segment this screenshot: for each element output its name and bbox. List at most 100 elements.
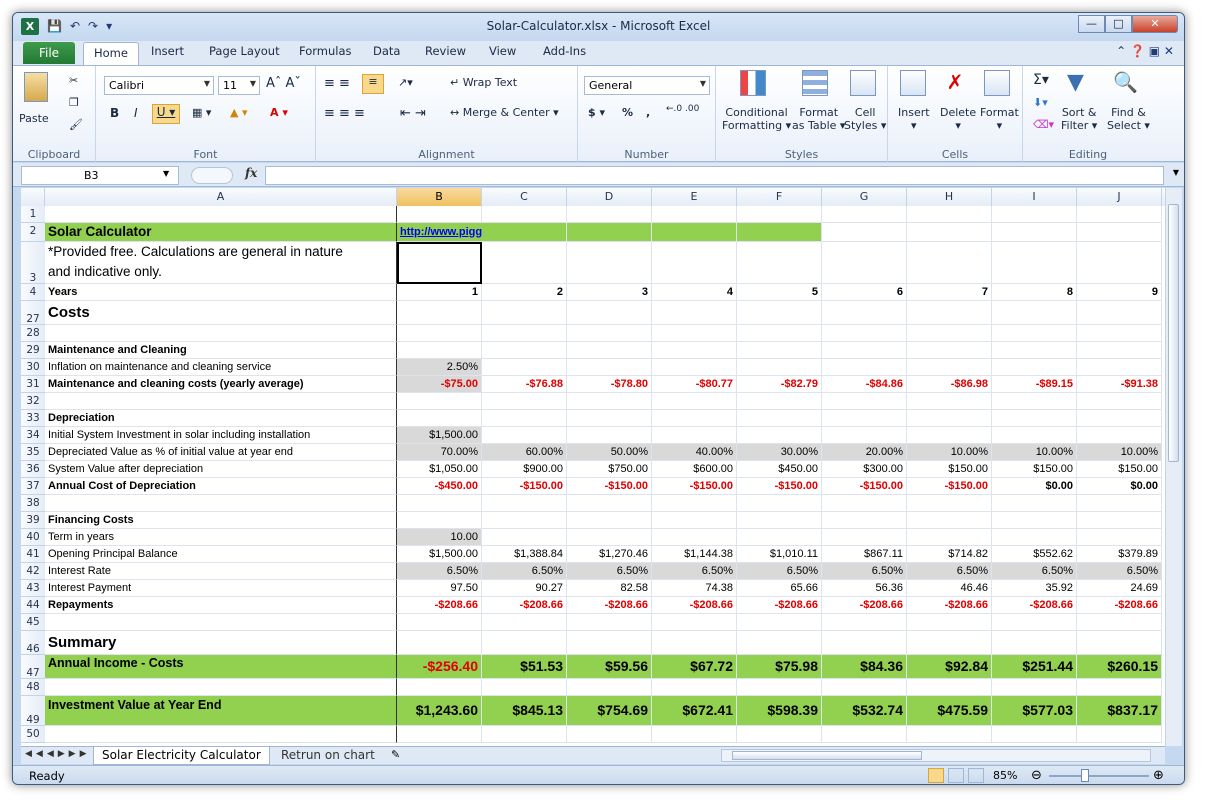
cell-h4[interactable]: 7: [907, 284, 992, 301]
row-header-4[interactable]: 4: [21, 284, 45, 301]
cell-d29[interactable]: [567, 342, 652, 359]
insert-sheet-icon[interactable]: ✎: [391, 748, 400, 761]
italic-button[interactable]: I: [134, 106, 138, 120]
merge-center-button[interactable]: ↔ Merge & Center ▾: [450, 106, 559, 119]
cell-g47[interactable]: $84.36: [822, 655, 907, 679]
cell-c27[interactable]: [482, 301, 567, 325]
cell-d43[interactable]: 82.58: [567, 580, 652, 597]
cell-g49[interactable]: $532.74: [822, 696, 907, 726]
row-header-1[interactable]: 1: [21, 206, 45, 223]
cell-a4[interactable]: Years: [45, 284, 397, 301]
cell-b38[interactable]: [397, 495, 482, 512]
cell-a47[interactable]: Annual Income - Costs: [45, 655, 397, 679]
cell-j38[interactable]: [1077, 495, 1162, 512]
cell-c46[interactable]: [482, 631, 567, 655]
cell-c32[interactable]: [482, 393, 567, 410]
cell-c44[interactable]: -$208.66: [482, 597, 567, 614]
cell-b33[interactable]: [397, 410, 482, 427]
cell-j49[interactable]: $837.17: [1077, 696, 1162, 726]
comma-button[interactable]: ,: [646, 106, 650, 119]
cell-h46[interactable]: [907, 631, 992, 655]
cell-j36[interactable]: $150.00: [1077, 461, 1162, 478]
tab-insert[interactable]: Insert: [151, 44, 184, 58]
cell-h47[interactable]: $92.84: [907, 655, 992, 679]
cell-f35[interactable]: 30.00%: [737, 444, 822, 461]
insert-function-icon[interactable]: fx: [245, 166, 257, 180]
cell-i47[interactable]: $251.44: [992, 655, 1077, 679]
cell-b29[interactable]: [397, 342, 482, 359]
cell-a46[interactable]: Summary: [45, 631, 397, 655]
indent-icon[interactable]: ⇤ ⇥: [400, 106, 426, 121]
cell-b4[interactable]: 1: [397, 284, 482, 301]
cell-c2[interactable]: [482, 223, 567, 242]
cell-b43[interactable]: 97.50: [397, 580, 482, 597]
cell-i31[interactable]: -$89.15: [992, 376, 1077, 393]
sheet-nav-icon[interactable]: ◀◀◀▶▶▶: [25, 749, 91, 759]
cell-f37[interactable]: -$150.00: [737, 478, 822, 495]
cell-j43[interactable]: 24.69: [1077, 580, 1162, 597]
cell-h1[interactable]: [907, 206, 992, 223]
spreadsheet-grid[interactable]: ABCDEFGHIJ 12Solar Calculatorhttp://www.…: [21, 188, 1165, 746]
cell-e4[interactable]: 4: [652, 284, 737, 301]
cell-c39[interactable]: [482, 512, 567, 529]
tab-formulas[interactable]: Formulas: [299, 44, 352, 58]
cell-b37[interactable]: -$450.00: [397, 478, 482, 495]
cell-f47[interactable]: $75.98: [737, 655, 822, 679]
zoom-level[interactable]: 85%: [993, 769, 1017, 782]
cell-a50[interactable]: [45, 726, 397, 743]
row-header-32[interactable]: 32: [21, 393, 45, 410]
cell-d30[interactable]: [567, 359, 652, 376]
cell-i38[interactable]: [992, 495, 1077, 512]
cell-e1[interactable]: [652, 206, 737, 223]
cell-e2[interactable]: [652, 223, 737, 242]
row-header-34[interactable]: 34: [21, 427, 45, 444]
help-icon[interactable]: ⌃ ❓ ▣ ✕: [1116, 44, 1174, 58]
cell-b27[interactable]: [397, 301, 482, 325]
cell-c49[interactable]: $845.13: [482, 696, 567, 726]
cell-g46[interactable]: [822, 631, 907, 655]
tab-file[interactable]: File: [23, 42, 75, 64]
cell-h30[interactable]: [907, 359, 992, 376]
cell-a31[interactable]: Maintenance and cleaning costs (yearly a…: [45, 376, 397, 393]
cell-h45[interactable]: [907, 614, 992, 631]
cell-c37[interactable]: -$150.00: [482, 478, 567, 495]
cell-a49[interactable]: Investment Value at Year End: [45, 696, 397, 726]
cell-a48[interactable]: [45, 679, 397, 696]
cell-g28[interactable]: [822, 325, 907, 342]
cell-e33[interactable]: [652, 410, 737, 427]
cell-h48[interactable]: [907, 679, 992, 696]
cell-a39[interactable]: Financing Costs: [45, 512, 397, 529]
fill-icon[interactable]: ⬇▾: [1033, 96, 1048, 109]
copy-icon[interactable]: ❐: [69, 96, 79, 109]
cell-f48[interactable]: [737, 679, 822, 696]
cell-i30[interactable]: [992, 359, 1077, 376]
cell-i42[interactable]: 6.50%: [992, 563, 1077, 580]
cell-d31[interactable]: -$78.80: [567, 376, 652, 393]
cell-b40[interactable]: 10.00: [397, 529, 482, 546]
cell-e44[interactable]: -$208.66: [652, 597, 737, 614]
cell-a40[interactable]: Term in years: [45, 529, 397, 546]
cell-a32[interactable]: [45, 393, 397, 410]
cell-f3[interactable]: [737, 242, 822, 284]
row-header-49[interactable]: 49: [21, 696, 45, 726]
row-header-3[interactable]: 3: [21, 242, 45, 284]
cell-b36[interactable]: $1,050.00: [397, 461, 482, 478]
cell-c33[interactable]: [482, 410, 567, 427]
row-header-31[interactable]: 31: [21, 376, 45, 393]
cell-j44[interactable]: -$208.66: [1077, 597, 1162, 614]
percent-button[interactable]: %: [622, 106, 633, 119]
cell-b46[interactable]: [397, 631, 482, 655]
row-header-37[interactable]: 37: [21, 478, 45, 495]
cell-c34[interactable]: [482, 427, 567, 444]
column-header-h[interactable]: H: [907, 188, 992, 206]
horizontal-scrollbar[interactable]: [721, 749, 1151, 762]
cell-d33[interactable]: [567, 410, 652, 427]
cell-e29[interactable]: [652, 342, 737, 359]
cell-b1[interactable]: [397, 206, 482, 223]
cell-e27[interactable]: [652, 301, 737, 325]
sort-filter-button[interactable]: Sort & Filter ▾: [1061, 106, 1097, 132]
cell-a45[interactable]: [45, 614, 397, 631]
cell-b47[interactable]: -$256.40: [397, 655, 482, 679]
conditional-formatting-button[interactable]: Conditional Formatting ▾: [722, 106, 791, 132]
cell-b44[interactable]: -$208.66: [397, 597, 482, 614]
